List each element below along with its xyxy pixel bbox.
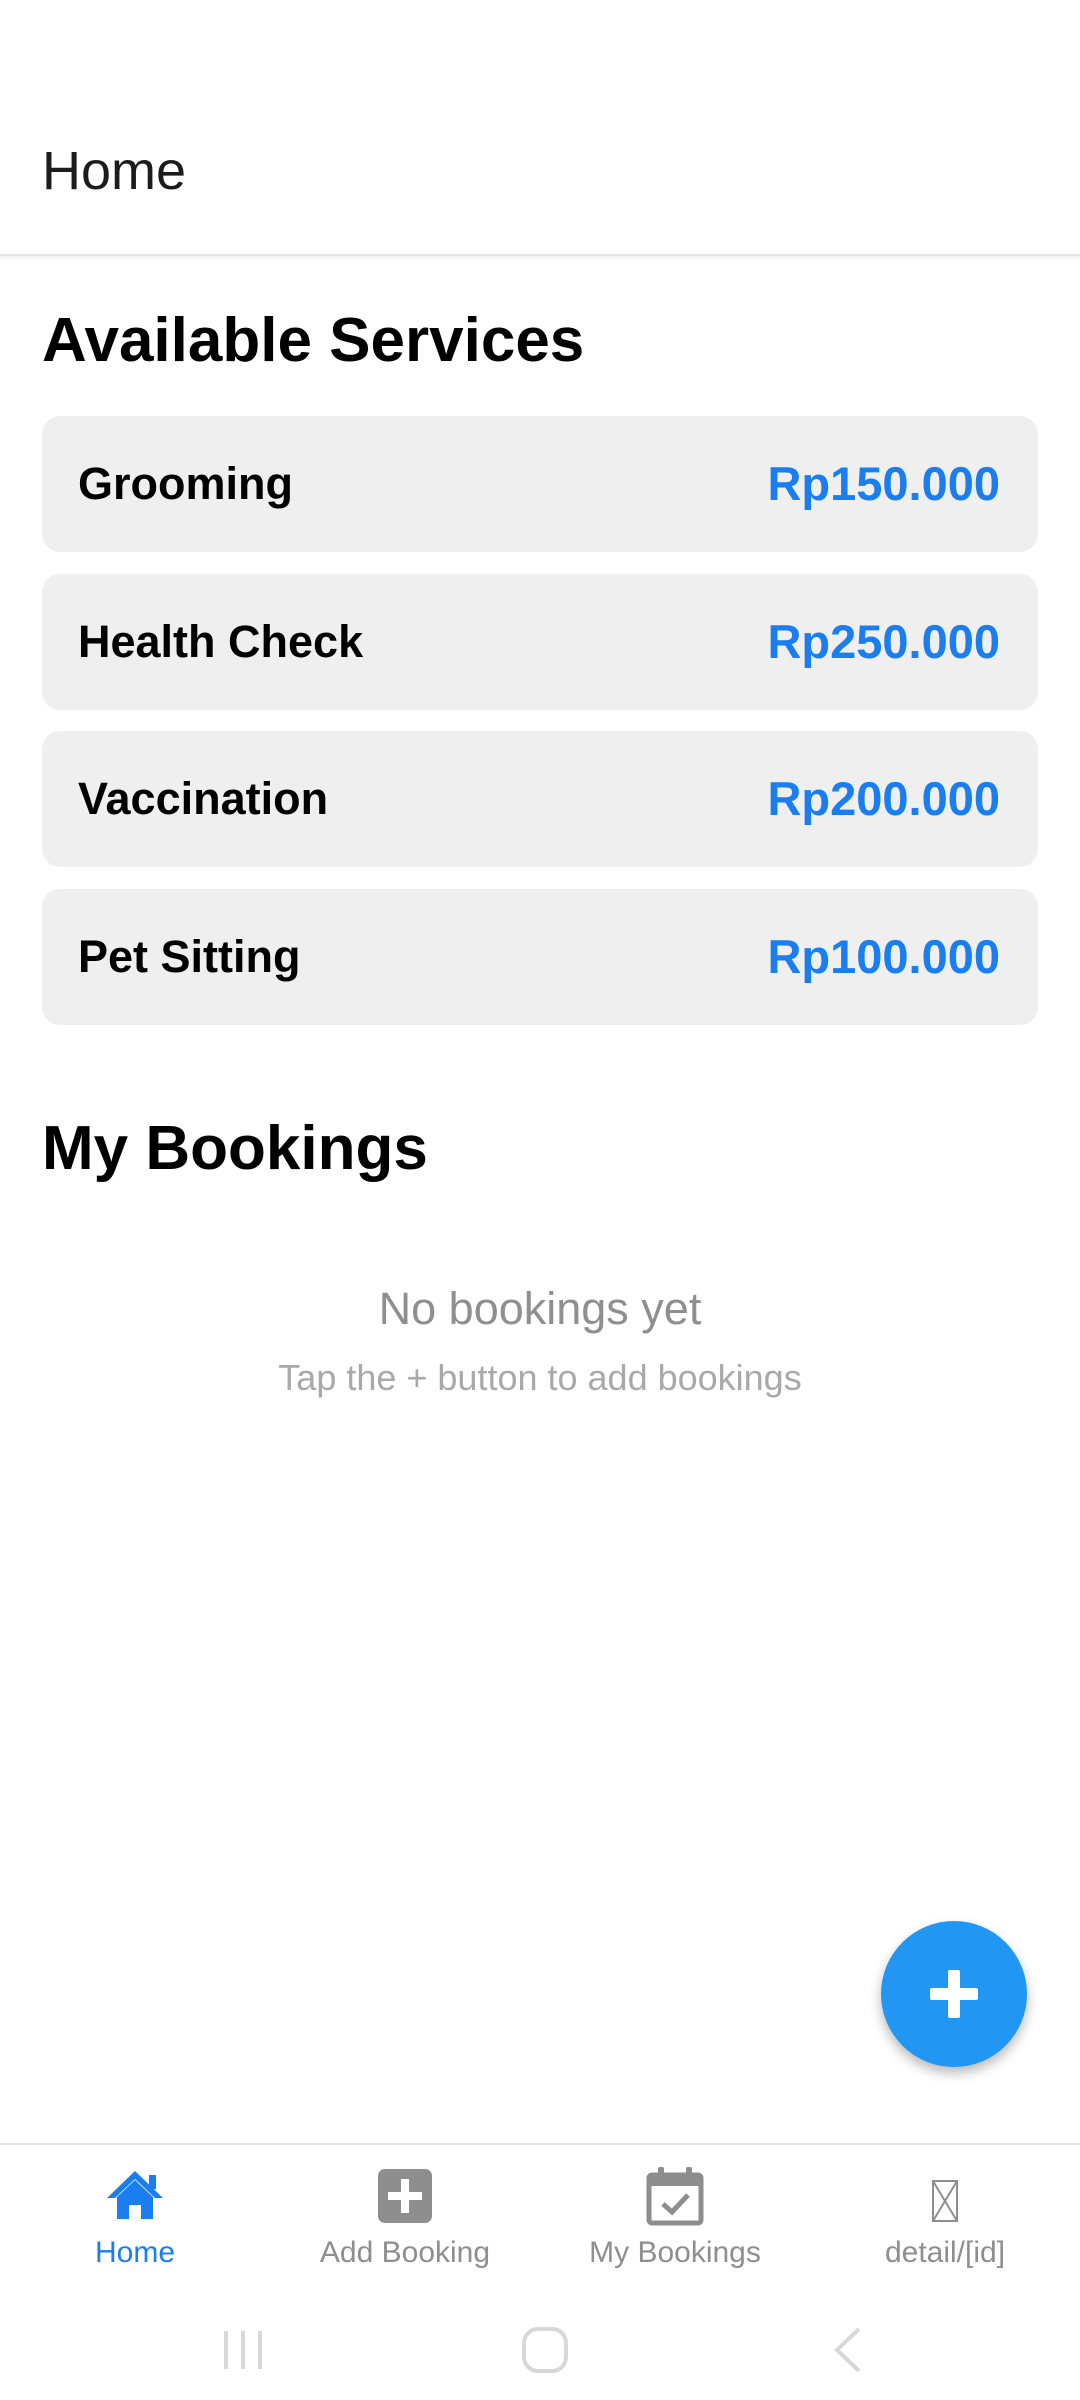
tab-add-booking[interactable]: Add Booking [270, 2145, 540, 2297]
plus-icon [930, 1970, 978, 2018]
status-bar [0, 0, 1080, 90]
service-card-health-check[interactable]: Health Check Rp250.000 [42, 574, 1038, 710]
service-card-vaccination[interactable]: Vaccination Rp200.000 [42, 731, 1038, 867]
tab-detail[interactable]: detail/[id] [810, 2145, 1080, 2297]
service-name: Health Check [78, 616, 364, 667]
service-price: Rp100.000 [767, 930, 1000, 983]
tab-label: Add Booking [319, 2236, 491, 2269]
bottom-tab-bar: Home Add Booking My Bookings detail/[id] [0, 2143, 1080, 2295]
page-title: Home [42, 141, 187, 201]
service-name: Vaccination [78, 773, 329, 824]
services-section-title: Available Services [42, 306, 585, 375]
bookings-section-title: My Bookings [42, 1114, 428, 1183]
service-card-pet-sitting[interactable]: Pet Sitting Rp100.000 [42, 889, 1038, 1025]
service-price: Rp250.000 [767, 615, 1000, 668]
service-price: Rp150.000 [767, 457, 1000, 510]
empty-state-title: No bookings yet [378, 1283, 702, 1334]
calendar-check-icon [646, 2167, 704, 2226]
home-nav-icon[interactable] [520, 2325, 570, 2375]
missing-icon [932, 2180, 958, 2222]
tab-my-bookings[interactable]: My Bookings [540, 2145, 810, 2297]
tab-label: Home [94, 2236, 176, 2269]
service-price: Rp200.000 [767, 772, 1000, 825]
back-icon[interactable] [825, 2325, 871, 2375]
empty-state-subtitle: Tap the + button to add bookings [278, 1357, 802, 1398]
service-name: Grooming [78, 458, 293, 509]
service-name: Pet Sitting [78, 931, 301, 982]
system-navigation-bar [0, 2295, 1080, 2400]
tab-label: My Bookings [589, 2236, 761, 2269]
add-booking-fab[interactable] [881, 1921, 1027, 2067]
recent-apps-icon[interactable] [220, 2327, 266, 2373]
home-icon [107, 2171, 163, 2219]
app-header: Home [0, 90, 1080, 256]
tab-home[interactable]: Home [0, 2145, 270, 2297]
add-box-icon [378, 2169, 432, 2223]
tab-label: detail/[id] [884, 2236, 1006, 2269]
service-card-grooming[interactable]: Grooming Rp150.000 [42, 416, 1038, 552]
